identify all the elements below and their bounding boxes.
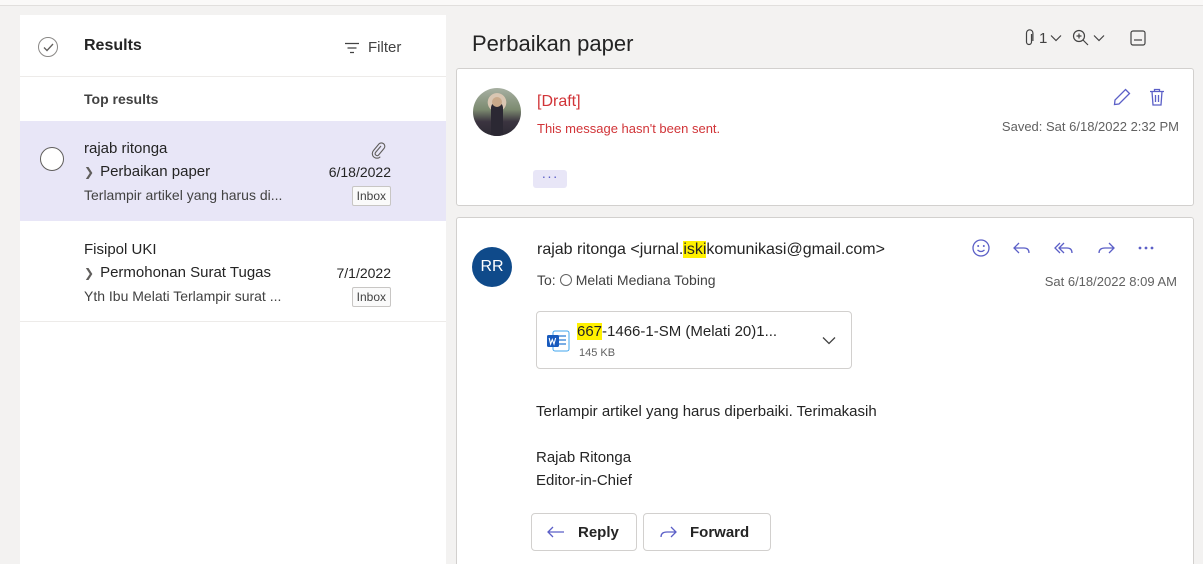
paperclip-icon (1025, 29, 1034, 46)
folder-badge[interactable]: Inbox (351, 186, 391, 206)
emoji-reaction-icon[interactable] (971, 238, 991, 258)
open-in-new-window-icon[interactable] (1129, 29, 1147, 47)
avatar-figure (491, 102, 503, 136)
draft-label[interactable]: [Draft] (537, 93, 581, 111)
message-preview: Yth Ibu Melati Terlampir surat ... (84, 288, 282, 304)
message-card: RR rajab ritonga <jurnal.iskikomunikasi@… (456, 217, 1194, 564)
chevron-down-icon (1093, 35, 1105, 42)
message-preview: Terlampir artikel yang harus di... (84, 187, 283, 203)
draft-message-card[interactable]: [Draft] This message hasn't been sent. S… (456, 68, 1194, 206)
message-sender: Fisipol UKI (84, 241, 157, 258)
reply-button[interactable]: Reply (531, 513, 637, 551)
checkmark-icon (43, 43, 54, 52)
signature-title: Editor-in-Chief (536, 472, 632, 489)
sender-name: rajab ritonga <jurnal. (537, 241, 684, 258)
zoom-in-icon (1073, 29, 1089, 46)
message-sender: rajab ritonga (84, 140, 168, 157)
paperclip-icon (371, 142, 386, 159)
word-document-icon (547, 330, 570, 352)
attachment-name: 667-1466-1-SM (Melati 20)1... (577, 323, 777, 340)
delete-trash-icon[interactable] (1148, 87, 1166, 107)
recipient-line: To: Melati Mediana Tobing (537, 272, 716, 288)
attachment-card[interactable]: 667-1466-1-SM (Melati 20)1... 145 KB (536, 311, 852, 369)
forward-label: Forward (690, 523, 750, 541)
message-subject-text: Permohonan Surat Tugas (100, 264, 272, 281)
forward-button[interactable]: Forward (643, 513, 771, 551)
folder-badge[interactable]: Inbox (351, 287, 391, 307)
filter-icon (345, 42, 359, 53)
chevron-right-icon: ❯ (84, 265, 95, 280)
chevron-down-icon (1050, 35, 1062, 42)
sender-email-rest: komunikasi@gmail.com> (706, 241, 885, 258)
zoom-dropdown[interactable] (1072, 29, 1105, 47)
draft-actions (1112, 87, 1166, 107)
message-date: Sat 6/18/2022 8:09 AM (1044, 274, 1177, 289)
attachment-count: 1 (1039, 29, 1048, 47)
filter-button[interactable]: Filter (344, 39, 401, 56)
edit-pencil-icon[interactable] (1112, 87, 1132, 107)
forward-icon[interactable] (1096, 240, 1116, 256)
search-highlight: iski (683, 241, 707, 258)
results-heading: Results (84, 37, 142, 54)
message-subject: ❯ Permohonan Surat Tugas (84, 264, 271, 281)
chevron-right-icon: ❯ (84, 164, 95, 179)
select-message-checkbox[interactable] (40, 147, 64, 171)
message-list-item[interactable]: Fisipol UKI ❯ Permohonan Surat Tugas 7/1… (20, 222, 446, 322)
message-body: Terlampir artikel yang harus diperbaiki.… (536, 403, 877, 420)
draft-status: This message hasn't been sent. (537, 121, 721, 136)
conversation-subject: Perbaikan paper (472, 31, 634, 56)
chevron-down-icon[interactable] (822, 336, 836, 345)
sender-line[interactable]: rajab ritonga <jurnal.iskikomunikasi@gma… (537, 241, 885, 259)
to-label: To: (537, 272, 556, 288)
attachment-size: 145 KB (579, 347, 616, 359)
message-date: 6/18/2022 (328, 164, 391, 180)
show-more-button[interactable]: ··· (533, 169, 567, 188)
recipient-name[interactable]: Melati Mediana Tobing (576, 272, 716, 288)
reply-all-icon[interactable] (1053, 240, 1075, 256)
signature-name: Rajab Ritonga (536, 449, 632, 466)
message-actions (971, 238, 1155, 258)
presence-icon (559, 274, 572, 286)
reply-icon (547, 526, 564, 538)
avatar-head (492, 97, 502, 107)
more-actions-icon[interactable] (1137, 245, 1155, 251)
message-subject-text: Perbaikan paper (100, 163, 211, 180)
top-results-heading: Top results (84, 91, 159, 107)
top-border (0, 0, 1203, 6)
select-all-checkbox[interactable] (38, 37, 58, 57)
reply-icon[interactable] (1012, 240, 1032, 256)
message-date: 7/1/2022 (336, 265, 392, 281)
message-subject: ❯ Perbaikan paper (84, 163, 210, 180)
message-list-pane: Results Filter Top results rajab ritonga… (20, 15, 446, 564)
message-list-item[interactable]: rajab ritonga ❯ Perbaikan paper 6/18/202… (20, 121, 446, 221)
attachment-name-rest: -1466-1-SM (Melati 20)1... (602, 323, 778, 340)
forward-icon (660, 526, 677, 538)
avatar (473, 88, 521, 136)
reading-pane-toolbar: 1 (1024, 29, 1147, 47)
reading-pane: Perbaikan paper 1 [Draft] This message h… (456, 15, 1194, 564)
search-highlight: 667 (577, 323, 603, 340)
message-list-header: Results Filter (20, 15, 446, 77)
attachments-dropdown[interactable]: 1 (1024, 29, 1062, 47)
filter-label: Filter (368, 39, 402, 56)
reply-label: Reply (578, 523, 619, 541)
avatar[interactable]: RR (472, 247, 512, 287)
draft-saved-time: Saved: Sat 6/18/2022 2:32 PM (1001, 119, 1179, 134)
